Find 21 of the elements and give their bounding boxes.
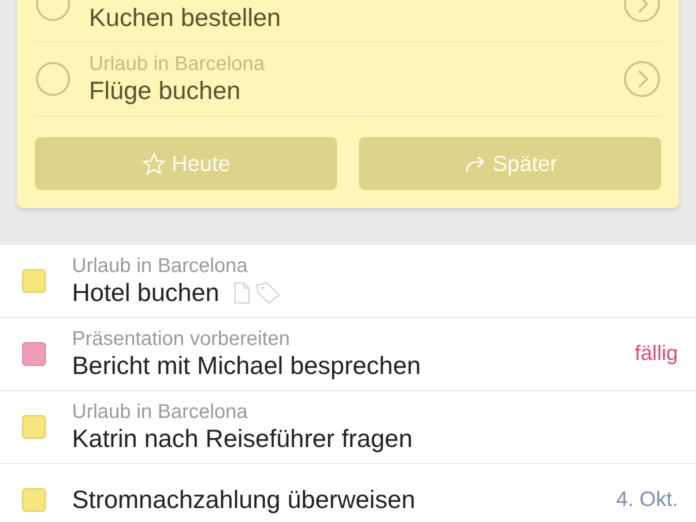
note-icon xyxy=(233,281,252,305)
project-label: Urlaub in Barcelona xyxy=(72,400,249,424)
checkbox-circle[interactable] xyxy=(35,61,71,97)
task-title: Katrin nach Reiseführer fragen xyxy=(72,424,412,454)
task-title: Kuchen bestellen xyxy=(89,3,282,33)
due-label: 4. Okt. xyxy=(616,488,678,512)
project-label: Urlaub in Barcelona xyxy=(89,52,266,76)
due-label: fällig xyxy=(634,342,678,366)
task-title: Hotel buchen xyxy=(72,278,220,308)
priority-square[interactable] xyxy=(22,269,46,293)
chevron-right-icon[interactable] xyxy=(623,60,661,98)
priority-square[interactable] xyxy=(22,342,46,366)
star-icon xyxy=(142,152,166,176)
task-title: Flüge buchen xyxy=(89,76,242,106)
priority-square[interactable] xyxy=(22,415,46,439)
task-title: Bericht mit Michael besprechen xyxy=(72,351,421,381)
project-label: Urlaub in Barcelona xyxy=(72,254,249,278)
priority-square[interactable] xyxy=(22,488,46,512)
tag-icon xyxy=(255,281,282,305)
project-label: Präsentation vorbereiten xyxy=(72,327,291,351)
task-title: Stromnachzahlung überweisen xyxy=(72,485,416,515)
